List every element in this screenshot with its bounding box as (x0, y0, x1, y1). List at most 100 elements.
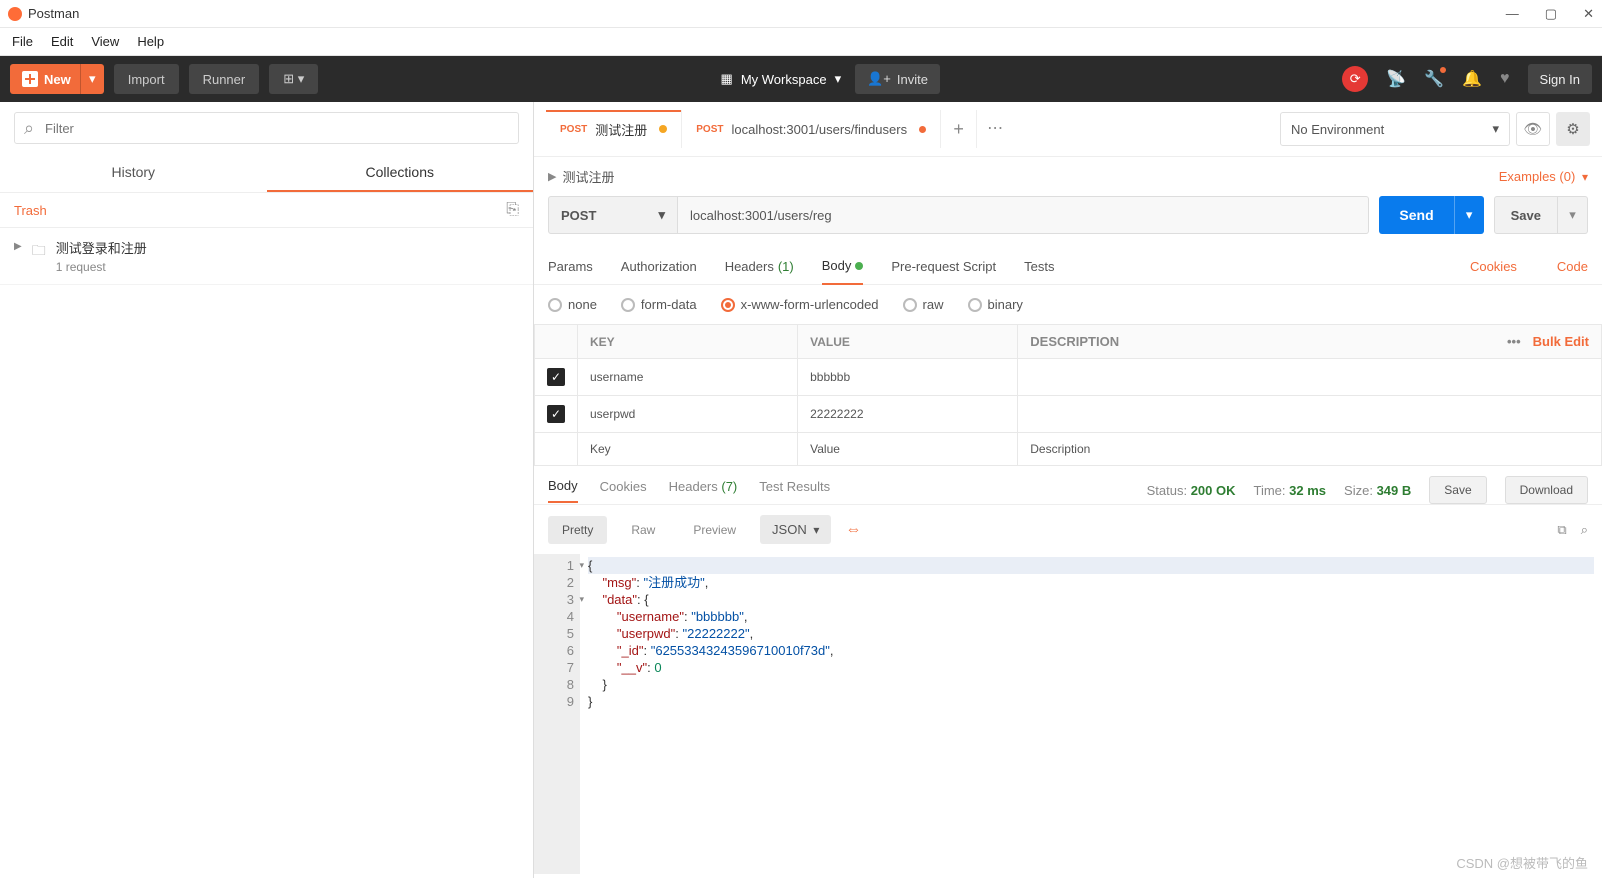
cell-value[interactable]: bbbbbb (798, 359, 1018, 396)
tab-params[interactable]: Params (548, 249, 593, 284)
desc-input[interactable]: Description (1018, 433, 1602, 466)
new-window-button[interactable]: ⊞ ▾ (269, 64, 318, 94)
caret-right-icon: ▶ (14, 241, 22, 252)
new-label: New (44, 72, 71, 87)
examples-link[interactable]: Examples (0) ▾ (1499, 169, 1588, 184)
request-tab-1[interactable]: POST 测试注册 (546, 110, 682, 148)
resp-tab-tests[interactable]: Test Results (759, 479, 830, 502)
code-lines[interactable]: { "msg": "注册成功", "data": { "username": "… (580, 554, 1602, 874)
person-plus-icon: 👤+ (867, 71, 891, 87)
maximize-icon[interactable]: ▢ (1545, 6, 1557, 22)
send-button[interactable]: Send (1379, 196, 1453, 234)
table-row: ✓ userpwd 22222222 (535, 396, 1602, 433)
send-dropdown[interactable]: ▾ (1454, 196, 1484, 234)
method-tag: POST (560, 124, 587, 135)
signin-button[interactable]: Sign In (1528, 64, 1592, 94)
tab-history[interactable]: History (0, 154, 267, 192)
window-titlebar: Postman — ▢ ✕ (0, 0, 1602, 28)
more-icon[interactable]: ••• (1507, 334, 1521, 349)
request-name: 测试注册 (562, 167, 614, 186)
response-save-button[interactable]: Save (1429, 476, 1486, 504)
radio-none[interactable]: none (548, 297, 597, 312)
tab-overflow-button[interactable]: ⋯ (977, 110, 1013, 148)
heart-icon[interactable]: ♥ (1500, 70, 1510, 88)
request-tab-2[interactable]: POST localhost:3001/users/findusers (682, 110, 941, 148)
method-select[interactable]: POST ▾ (548, 196, 678, 234)
code-link[interactable]: Code (1557, 259, 1588, 274)
tab-tests[interactable]: Tests (1024, 249, 1054, 284)
tab-prerequest[interactable]: Pre-request Script (891, 249, 996, 284)
row-checkbox[interactable]: ✓ (547, 368, 565, 386)
environment-select[interactable]: No Environment ▾ (1280, 112, 1510, 146)
resp-tab-body[interactable]: Body (548, 478, 578, 503)
body-type-row: none form-data x-www-form-urlencoded raw… (534, 285, 1602, 324)
cell-key[interactable]: username (578, 359, 798, 396)
filter-input[interactable] (14, 112, 519, 144)
row-checkbox[interactable]: ✓ (547, 405, 565, 423)
close-icon[interactable]: ✕ (1583, 6, 1594, 22)
filter-area (0, 102, 533, 154)
new-dropdown[interactable]: ▾ (80, 64, 104, 94)
runner-button[interactable]: Runner (189, 64, 260, 94)
menu-help[interactable]: Help (137, 34, 164, 49)
cell-key[interactable]: userpwd (578, 396, 798, 433)
resp-tab-cookies[interactable]: Cookies (600, 479, 647, 502)
import-button[interactable]: Import (114, 64, 179, 94)
resp-tab-headers[interactable]: Headers (7) (669, 479, 738, 502)
caret-right-icon[interactable]: ▶ (548, 170, 556, 183)
search-icon[interactable]: ⌕ (1581, 522, 1588, 538)
sidebar-tabs: History Collections (0, 154, 533, 193)
response-download-button[interactable]: Download (1505, 476, 1588, 504)
col-value: VALUE (798, 325, 1018, 359)
workspace-label[interactable]: ▦ My Workspace ▾ (721, 71, 842, 87)
env-quicklook-icon[interactable]: 👁 (1516, 112, 1550, 146)
wrap-lines-icon[interactable]: ⇔ (845, 521, 861, 539)
cookies-link[interactable]: Cookies (1470, 259, 1517, 274)
new-tab-button[interactable]: + (941, 110, 977, 148)
bulk-edit-link[interactable]: Bulk Edit (1533, 334, 1589, 349)
format-select[interactable]: JSON ▾ (760, 515, 831, 544)
request-name-row: ▶ 测试注册 Examples (0) ▾ (534, 157, 1602, 196)
tab-body[interactable]: Body (822, 248, 864, 285)
cell-value[interactable]: 22222222 (798, 396, 1018, 433)
cell-desc[interactable] (1018, 359, 1602, 396)
main-toolbar: New ▾ Import Runner ⊞ ▾ ▦ My Workspace ▾… (0, 56, 1602, 102)
copy-icon[interactable]: ⧉ (1557, 522, 1566, 538)
bell-icon[interactable]: 🔔 (1462, 69, 1482, 89)
value-input[interactable]: Value (798, 433, 1018, 466)
trash-row: Trash ⎘ (0, 193, 533, 228)
menu-file[interactable]: File (12, 34, 33, 49)
url-input[interactable] (678, 196, 1369, 234)
save-button[interactable]: Save (1494, 196, 1558, 234)
pretty-button[interactable]: Pretty (548, 516, 607, 544)
radio-form-data[interactable]: form-data (621, 297, 697, 312)
cell-desc[interactable] (1018, 396, 1602, 433)
grid-icon: ▦ (721, 71, 733, 87)
request-subtabs: Params Authorization Headers (1) Body Pr… (534, 248, 1602, 285)
tab-authorization[interactable]: Authorization (621, 249, 697, 284)
tab-collections[interactable]: Collections (267, 154, 534, 192)
minimize-icon[interactable]: — (1506, 6, 1519, 22)
new-collection-icon[interactable]: ⎘ (506, 201, 519, 219)
raw-button[interactable]: Raw (617, 516, 669, 544)
tab-headers[interactable]: Headers (1) (725, 249, 794, 284)
save-dropdown[interactable]: ▾ (1558, 196, 1588, 234)
new-button[interactable]: New (10, 64, 83, 94)
radio-urlencoded[interactable]: x-www-form-urlencoded (721, 297, 879, 312)
sync-icon[interactable]: ⟳ (1342, 66, 1368, 92)
env-settings-icon[interactable]: ⚙ (1556, 112, 1590, 146)
radio-raw[interactable]: raw (903, 297, 944, 312)
preview-button[interactable]: Preview (679, 516, 750, 544)
menu-edit[interactable]: Edit (51, 34, 73, 49)
invite-button[interactable]: 👤+ Invite (855, 64, 940, 94)
response-status: Status: 200 OK Time: 32 ms Size: 349 B S… (1147, 476, 1588, 504)
trash-link[interactable]: Trash (14, 203, 47, 218)
radio-binary[interactable]: binary (968, 297, 1023, 312)
params-table: KEY VALUE DESCRIPTION ••• Bulk Edit ✓ us… (534, 324, 1602, 466)
satellite-icon[interactable]: 📡 (1386, 69, 1406, 89)
table-row-empty: Key Value Description (535, 433, 1602, 466)
key-input[interactable]: Key (578, 433, 798, 466)
collection-item[interactable]: ▶ 🗀 测试登录和注册 1 request (0, 228, 533, 285)
menu-view[interactable]: View (91, 34, 119, 49)
wrench-icon[interactable]: 🔧 (1424, 69, 1444, 89)
